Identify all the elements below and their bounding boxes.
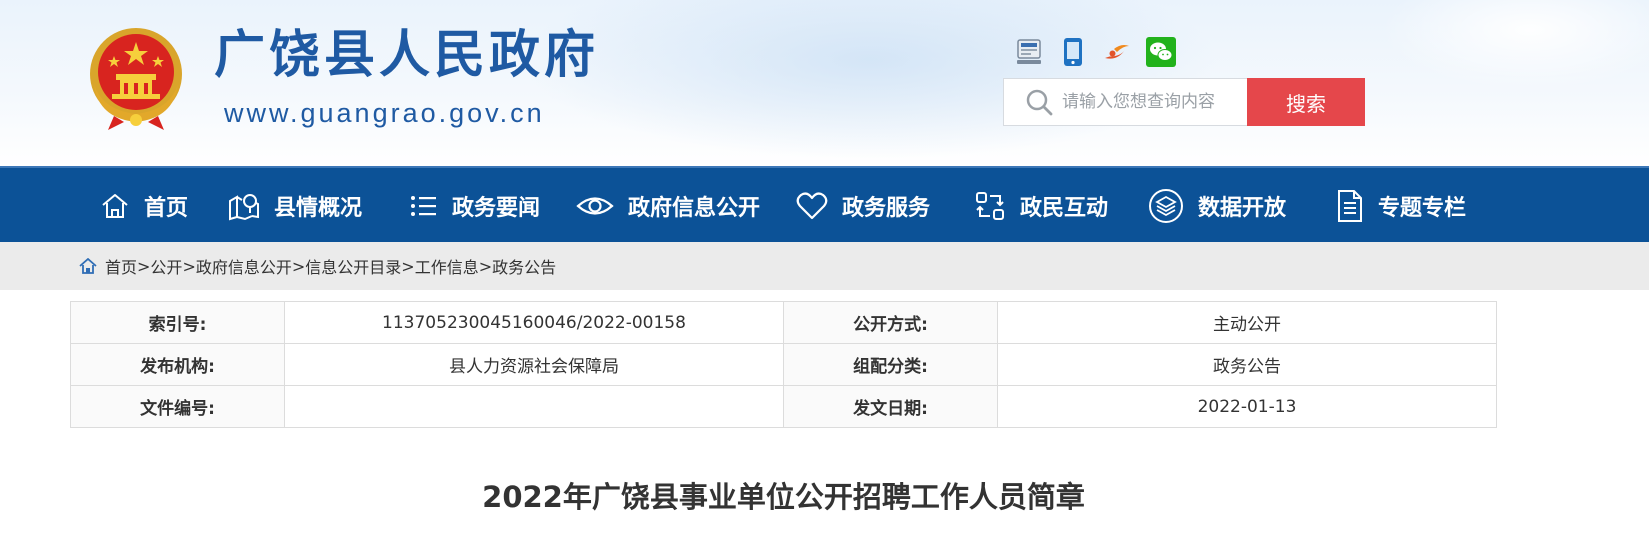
layers-icon: [1149, 189, 1183, 223]
main-nav: 首页 县情概况 政务要闻 政府信息公开 政务服务 政民互动 数据开放 专题专栏: [0, 166, 1649, 242]
publisher-value: 县人力资源社会保障局: [284, 343, 784, 386]
nav-item-interaction[interactable]: 政民互动: [974, 168, 1108, 244]
nav-item-label: 政民互动: [1020, 196, 1109, 221]
nav-item-label: 县情概况: [274, 196, 363, 221]
breadcrumb-separator: >: [401, 256, 415, 276]
table-row: 文件编号: 发文日期: 2022-01-13: [70, 385, 1497, 428]
nav-item-home[interactable]: 首页: [100, 168, 188, 244]
breadcrumb-separator: >: [182, 256, 196, 276]
disclosure-method-value: 主动公开: [997, 301, 1497, 344]
site-title: 广饶县人民政府: [214, 26, 600, 85]
site-url: www.guangrao.gov.cn: [224, 98, 545, 128]
category-label: 组配分类:: [783, 343, 998, 386]
nav-item-news[interactable]: 政务要闻: [408, 168, 540, 244]
breadcrumb-separator: >: [478, 256, 493, 276]
nav-item-label: 专题专栏: [1378, 196, 1467, 221]
nav-item-label: 政府信息公开: [628, 196, 761, 221]
nav-item-info-disclosure[interactable]: 政府信息公开: [576, 168, 760, 244]
heart-icon: [796, 192, 828, 220]
search-input[interactable]: [1062, 82, 1242, 122]
issue-date-value: 2022-01-13: [997, 385, 1497, 428]
breadcrumb-announcements[interactable]: 政务公告: [492, 254, 556, 278]
home-icon: [79, 258, 97, 274]
weibo-icon[interactable]: [1102, 37, 1132, 67]
nav-item-label: 政务服务: [842, 196, 931, 221]
category-value: 政务公告: [997, 343, 1497, 386]
table-row: 索引号: 113705230045160046/2022-00158 公开方式:…: [70, 301, 1497, 344]
breadcrumb-separator: >: [137, 256, 151, 276]
search-button[interactable]: 搜索: [1247, 78, 1365, 126]
breadcrumb-home[interactable]: 首页: [105, 254, 137, 278]
gov-service-icon[interactable]: [1014, 37, 1044, 67]
eye-icon: [576, 197, 614, 215]
document-meta-table: 索引号: 113705230045160046/2022-00158 公开方式:…: [70, 301, 1497, 428]
document-number-label: 文件编号:: [70, 385, 285, 428]
top-icon-bar: [1014, 37, 1176, 67]
disclosure-method-label: 公开方式:: [783, 301, 998, 344]
index-number-label: 索引号:: [70, 301, 285, 344]
nav-item-county-overview[interactable]: 县情概况: [228, 168, 362, 244]
nav-item-gov-services[interactable]: 政务服务: [796, 168, 930, 244]
breadcrumb-separator: >: [291, 256, 306, 276]
document-number-value: [284, 385, 784, 428]
index-number-value: 113705230045160046/2022-00158: [284, 301, 784, 344]
nav-item-label: 数据开放: [1198, 196, 1287, 221]
national-emblem-icon: [90, 28, 182, 130]
nav-item-label: 政务要闻: [452, 196, 541, 221]
interaction-icon: [976, 192, 1004, 220]
breadcrumb-info-catalog[interactable]: 信息公开目录: [305, 254, 401, 278]
issue-date-label: 发文日期:: [783, 385, 998, 428]
breadcrumb: 首页 > 公开 > 政府信息公开 > 信息公开目录 > 工作信息 > 政务公告: [0, 242, 1649, 290]
list-icon: [411, 196, 436, 216]
search-icon: [1026, 89, 1053, 116]
mobile-icon[interactable]: [1058, 37, 1088, 67]
map-icon: [229, 194, 259, 221]
nav-item-open-data[interactable]: 数据开放: [1148, 168, 1286, 244]
home-icon: [102, 194, 128, 218]
wechat-icon[interactable]: [1146, 37, 1176, 67]
breadcrumb-info-disclosure[interactable]: 政府信息公开: [196, 254, 292, 278]
search-box: [1003, 78, 1247, 126]
breadcrumb-public[interactable]: 公开: [150, 254, 182, 278]
cloud-decoration: [1380, 0, 1649, 90]
nav-item-special-topics[interactable]: 专题专栏: [1336, 168, 1466, 244]
breadcrumb-work-info[interactable]: 工作信息: [415, 254, 479, 278]
nav-item-label: 首页: [144, 196, 189, 221]
document-icon: [1338, 190, 1362, 222]
table-row: 发布机构: 县人力资源社会保障局 组配分类: 政务公告: [70, 343, 1497, 386]
publisher-label: 发布机构:: [70, 343, 285, 386]
article-title: 2022年广饶县事业单位公开招聘工作人员简章: [482, 480, 1085, 514]
site-header: 广饶县人民政府 www.guangrao.gov.cn 请输入您想查询内容 搜索: [0, 0, 1649, 166]
